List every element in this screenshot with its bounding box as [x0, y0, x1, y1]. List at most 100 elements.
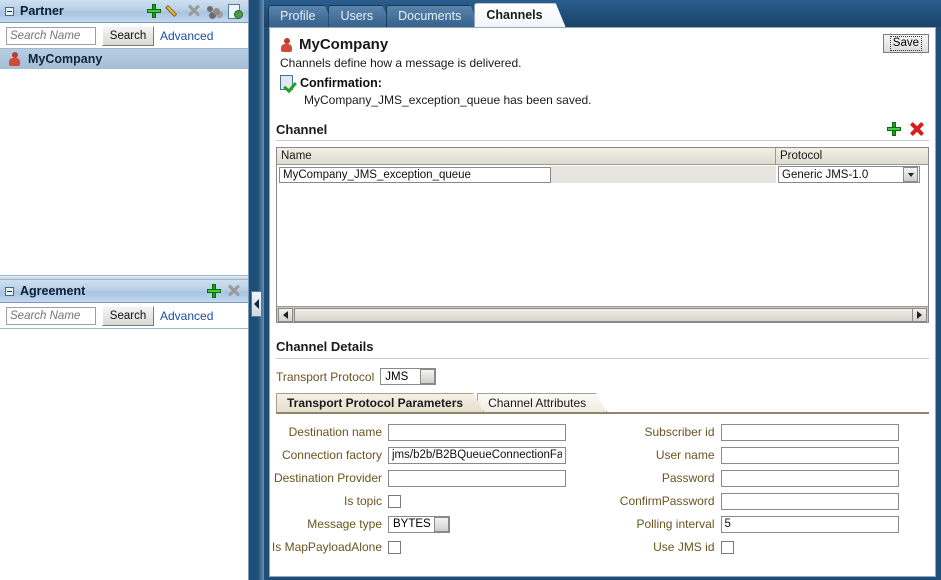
- partner-tree-item-label: MyCompany: [28, 52, 103, 66]
- partner-collapse-icon[interactable]: [5, 6, 14, 16]
- column-header-protocol[interactable]: Protocol: [776, 148, 928, 164]
- field-user-name: User name: [603, 445, 936, 465]
- channel-table: Name Protocol Generic JMS-1.0: [276, 147, 929, 323]
- field-label: Use JMS id: [653, 540, 715, 554]
- main-content-area: Profile Users Documents Channels Save My…: [264, 0, 941, 580]
- field-label: Is MapPayloadAlone: [271, 540, 382, 554]
- channel-section-title: Channel: [276, 121, 328, 137]
- column-header-name[interactable]: Name: [277, 148, 776, 164]
- field-label: Is topic: [343, 494, 382, 508]
- field-use-jms-id: Use JMS id: [603, 537, 936, 557]
- agreement-advanced-link[interactable]: Advanced: [160, 309, 213, 323]
- agreement-search-input[interactable]: [6, 306, 96, 325]
- tab-documents[interactable]: Documents: [386, 5, 480, 27]
- channel-table-header: Name Protocol: [277, 148, 928, 165]
- subscriber-id-input[interactable]: [720, 423, 899, 441]
- tab-profile[interactable]: Profile: [268, 5, 334, 27]
- field-label: Password: [661, 471, 715, 485]
- partner-search-button[interactable]: Search: [102, 25, 154, 46]
- partner-advanced-link[interactable]: Advanced: [160, 29, 213, 43]
- scroll-left-icon[interactable]: [278, 307, 293, 322]
- channel-section-toolbar: [886, 121, 925, 137]
- agreement-search-bar: Search Advanced: [0, 303, 248, 329]
- panel-splitter-vertical[interactable]: [249, 0, 264, 580]
- user-name-input[interactable]: [720, 446, 899, 464]
- confirmation-header: Confirmation:: [280, 75, 925, 90]
- field-is-topic: Is topic: [270, 491, 603, 511]
- collapse-left-panel-icon[interactable]: [251, 291, 262, 317]
- destination-provider-input[interactable]: [388, 469, 566, 487]
- partner-panel-header: Partner: [0, 0, 248, 23]
- cell-name: [277, 166, 776, 183]
- is-mappayloadalone-checkbox[interactable]: [388, 540, 401, 554]
- cell-protocol: Generic JMS-1.0: [776, 166, 928, 183]
- transport-protocol-row: Transport Protocol JMS: [276, 368, 935, 385]
- channel-section-divider: [276, 140, 929, 141]
- field-destination-provider: Destination Provider: [270, 468, 603, 488]
- field-label: ConfirmPassword: [619, 494, 715, 508]
- add-channel-icon[interactable]: [886, 121, 902, 137]
- channel-details-subtabs: Transport Protocol Parameters Channel At…: [276, 392, 935, 412]
- protocol-select[interactable]: Generic JMS-1.0: [778, 166, 920, 183]
- field-label: Destination name: [288, 425, 382, 439]
- chevron-down-icon[interactable]: [420, 369, 436, 384]
- main-tabbar: Profile Users Documents Channels: [264, 0, 941, 27]
- edit-partner-icon[interactable]: [166, 3, 182, 19]
- save-button[interactable]: Save: [882, 34, 929, 53]
- hscroll-thumb[interactable]: [294, 307, 913, 322]
- confirmation-icon: [280, 75, 295, 90]
- delete-agreement-icon[interactable]: [226, 283, 242, 299]
- table-row[interactable]: Generic JMS-1.0: [277, 165, 928, 184]
- channels-pane: Save MyCompany Channels define how a mes…: [269, 27, 936, 577]
- destination-name-input[interactable]: [388, 423, 566, 441]
- field-label: User name: [655, 448, 715, 462]
- page-title-text: MyCompany: [299, 36, 389, 53]
- left-navigation-panel: Partner Search Advanced MyCompany: [0, 0, 249, 580]
- agreement-search-button[interactable]: Search: [102, 305, 154, 326]
- chevron-down-icon[interactable]: [434, 516, 449, 532]
- agreement-collapse-icon[interactable]: [5, 286, 14, 296]
- channel-table-hscrollbar[interactable]: [277, 306, 928, 322]
- channel-section-header: Channel: [276, 121, 925, 137]
- use-jms-id-checkbox[interactable]: [720, 540, 734, 554]
- partner-tree-item-mycompany[interactable]: MyCompany: [0, 49, 248, 69]
- password-input[interactable]: [720, 469, 899, 487]
- partner-search-bar: Search Advanced: [0, 23, 248, 49]
- partner-users-icon[interactable]: [206, 3, 222, 19]
- parameters-left-column: Destination name Connection factory Dest…: [270, 422, 603, 560]
- parameters-right-column: Subscriber id User name Password Confirm…: [603, 422, 936, 560]
- channel-name-input[interactable]: [279, 166, 551, 183]
- partner-panel-title: Partner: [20, 4, 64, 18]
- scroll-right-icon[interactable]: [912, 307, 927, 322]
- protocol-select-value: Generic JMS-1.0: [782, 168, 869, 181]
- partner-search-input[interactable]: [6, 26, 96, 45]
- field-destination-name: Destination name: [270, 422, 603, 442]
- field-password: Password: [603, 468, 936, 488]
- tab-users[interactable]: Users: [328, 5, 392, 27]
- confirm-password-input[interactable]: [720, 492, 899, 510]
- page-header: Save MyCompany Channels define how a mes…: [270, 28, 935, 107]
- add-partner-icon[interactable]: [146, 3, 162, 19]
- field-confirm-password: ConfirmPassword: [603, 491, 936, 511]
- add-agreement-icon[interactable]: [206, 283, 222, 299]
- chevron-down-icon[interactable]: [903, 167, 918, 182]
- page-title: MyCompany: [280, 36, 925, 53]
- delete-partner-icon[interactable]: [186, 3, 202, 19]
- subtab-channel-attributes[interactable]: Channel Attributes: [477, 393, 607, 412]
- message-type-select[interactable]: BYTES: [388, 515, 450, 533]
- delete-channel-icon[interactable]: [909, 121, 925, 137]
- agreement-panel-header: Agreement: [0, 280, 248, 303]
- partner-config-icon[interactable]: [226, 3, 243, 19]
- field-polling-interval: Polling interval: [603, 514, 936, 534]
- message-type-value: BYTES: [393, 518, 431, 530]
- transport-protocol-select[interactable]: JMS: [380, 368, 437, 385]
- field-message-type: Message type BYTES: [270, 514, 603, 534]
- partner-toolbar: [146, 3, 244, 19]
- is-topic-checkbox[interactable]: [388, 494, 401, 508]
- tab-channels[interactable]: Channels: [474, 3, 565, 27]
- connection-factory-input[interactable]: [388, 446, 566, 464]
- subtab-transport-protocol-parameters[interactable]: Transport Protocol Parameters: [276, 393, 484, 412]
- hscroll-track[interactable]: [294, 307, 913, 322]
- confirmation-label: Confirmation:: [300, 75, 382, 90]
- polling-interval-input[interactable]: [720, 515, 899, 533]
